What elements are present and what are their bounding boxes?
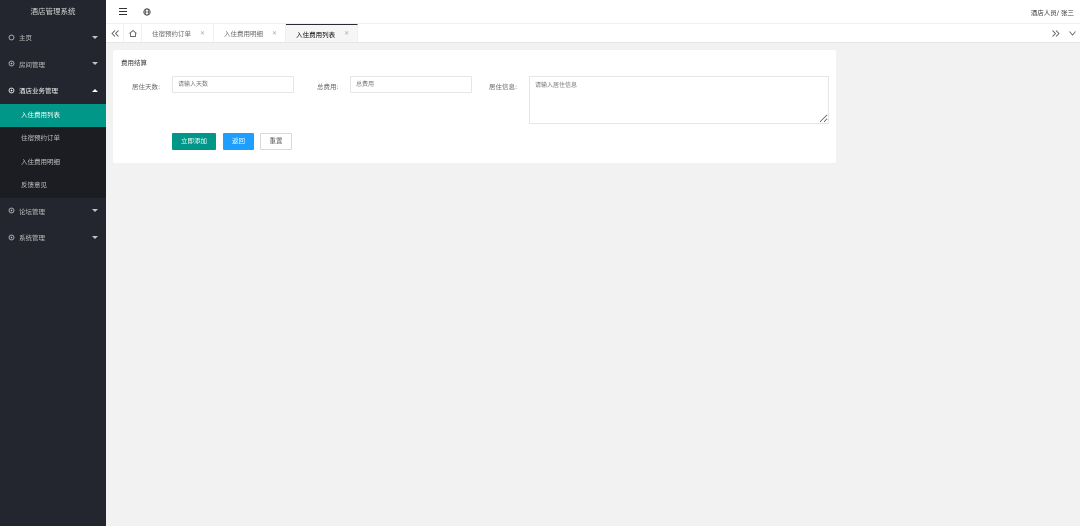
sidebar-submenu: 入住费用列表 住宿预约订单 入住费用明细 反馈意见 [0, 103, 106, 198]
tabs-scroll-right-icon[interactable] [1048, 29, 1064, 37]
sidebar-subitem-reservation-orders[interactable]: 住宿预约订单 [0, 127, 106, 151]
chevron-up-icon [92, 88, 98, 92]
sidebar-item-home[interactable]: 主页 [0, 24, 106, 51]
sidebar-item-label: 主页 [19, 34, 32, 43]
gear-icon [8, 60, 15, 67]
tab-reservation-orders[interactable]: 住宿预约订单 ✕ [142, 24, 215, 42]
chevron-down-icon [92, 235, 98, 239]
tab-label: 入住费用明细 [224, 30, 264, 38]
sidebar-item-rooms[interactable]: 房间管理 [0, 51, 106, 78]
gear-icon [8, 87, 15, 94]
app-logo-title: 酒店管理系统 [30, 7, 76, 16]
user-separator: / [1056, 8, 1059, 17]
sidebar-item-system[interactable]: 系统管理 [0, 224, 106, 251]
home-tab-icon[interactable] [124, 24, 142, 42]
card-title: 费用结算 [121, 59, 147, 67]
tab-label: 入住费用列表 [296, 30, 336, 39]
tab-fee-list[interactable]: 入住费用列表 ✕ [286, 24, 359, 42]
user-name: 张三 [1061, 8, 1074, 17]
menu-toggle-icon[interactable] [116, 5, 130, 19]
submit-add-button[interactable]: 立即添加 [172, 133, 216, 150]
stay-info-textarea[interactable] [529, 76, 829, 124]
sidebar-subitem-fee-list[interactable]: 入住费用列表 [0, 103, 106, 127]
sidebar: 酒店管理系统 主页 房间管理 酒店业务管理 入住费用列表 住宿预约订单 入住费用… [0, 0, 106, 526]
days-input[interactable] [172, 76, 294, 93]
close-icon[interactable]: ✕ [272, 30, 277, 37]
globe-icon[interactable] [140, 5, 154, 19]
sidebar-item-forum[interactable]: 论坛管理 [0, 198, 106, 225]
chevron-down-icon [92, 209, 98, 213]
tab-label: 住宿预约订单 [152, 30, 191, 38]
close-icon[interactable]: ✕ [344, 30, 349, 37]
stay-info-label: 居住信息: [489, 83, 518, 91]
gear-icon [8, 207, 15, 214]
back-button[interactable]: 返回 [223, 133, 254, 150]
top-header: 酒店人员/ 张三 [106, 0, 1080, 24]
sidebar-subitem-feedback[interactable]: 反馈意见 [0, 174, 106, 198]
close-icon[interactable]: ✕ [200, 30, 205, 37]
chevron-down-icon [92, 35, 98, 39]
tabs-right-controls [1048, 24, 1080, 42]
user-role: 酒店人员 [1030, 8, 1057, 17]
home-icon [8, 34, 15, 41]
sidebar-item-label: 酒店业务管理 [19, 87, 58, 96]
page-tabs: 住宿预约订单 ✕ 入住费用明细 ✕ 入住费用列表 ✕ [106, 24, 1080, 43]
days-label: 居住天数: [132, 83, 161, 91]
tabs-menu-chevron-down-icon[interactable] [1064, 30, 1080, 36]
chevron-down-icon [92, 62, 98, 66]
fee-settlement-card: 费用结算 居住天数: 总费用: 居住信息: 立即添加 返回 重置 [113, 50, 836, 163]
sidebar-item-label: 论坛管理 [19, 207, 45, 216]
tabs-scroll-left-icon[interactable] [106, 24, 124, 42]
gear-icon [8, 234, 15, 241]
sidebar-subitem-fee-details[interactable]: 入住费用明细 [0, 151, 106, 175]
tab-fee-details[interactable]: 入住费用明细 ✕ [214, 24, 287, 42]
sidebar-item-label: 系统管理 [19, 234, 45, 243]
reset-button[interactable]: 重置 [260, 133, 292, 150]
total-fee-input[interactable] [350, 76, 472, 93]
sidebar-item-hotel-business[interactable]: 酒店业务管理 [0, 77, 106, 104]
total-fee-label: 总费用: [317, 83, 339, 91]
sidebar-item-label: 房间管理 [19, 60, 45, 69]
user-info[interactable]: 酒店人员/ 张三 [1031, 7, 1074, 17]
